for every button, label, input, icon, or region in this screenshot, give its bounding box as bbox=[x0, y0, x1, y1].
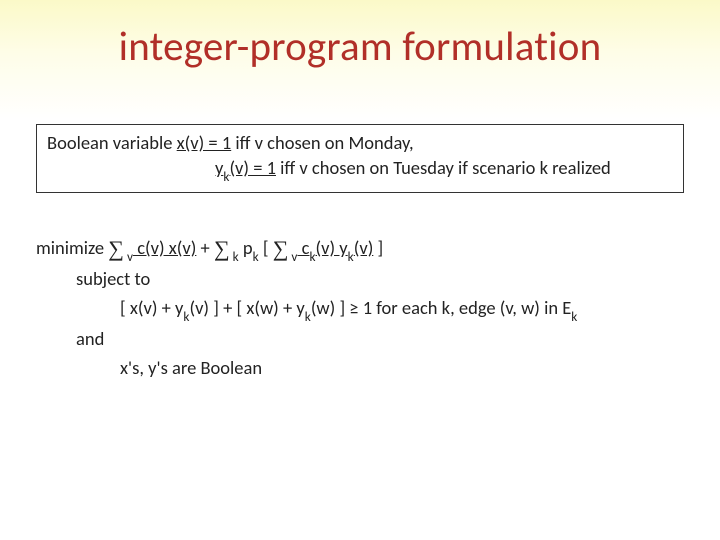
sub: k bbox=[253, 248, 259, 265]
xv-underline: x(v) = 1 bbox=[177, 131, 232, 154]
sub: k bbox=[348, 248, 354, 265]
boolean-line: x's, y's are Boolean bbox=[36, 354, 684, 383]
objective-line: minimize ∑ v c(v) x(v) + ∑ k pk [ ∑ v ck… bbox=[36, 230, 684, 265]
sub: k bbox=[223, 168, 229, 185]
subject-to: subject to bbox=[36, 265, 684, 294]
text: [ bbox=[259, 236, 273, 259]
page-title: integer-program formulation bbox=[0, 22, 720, 72]
underline: c(v) x(v) bbox=[133, 236, 196, 259]
slide: integer-program formulation Boolean vari… bbox=[0, 0, 720, 540]
box-line-2: yk(v) = 1 iff v chosen on Tuesday if sce… bbox=[47, 156, 673, 184]
text: minimize bbox=[36, 236, 108, 259]
body-content: minimize ∑ v c(v) x(v) + ∑ k pk [ ∑ v ck… bbox=[36, 230, 684, 383]
sub: k bbox=[183, 308, 189, 325]
sub: k bbox=[571, 308, 577, 325]
text: (v) = 1 bbox=[229, 156, 276, 179]
text: + bbox=[196, 236, 214, 259]
sigma-icon: ∑ bbox=[273, 236, 289, 261]
definition-box: Boolean variable x(v) = 1 iff v chosen o… bbox=[36, 124, 684, 193]
sub: v bbox=[124, 248, 133, 265]
sub: k bbox=[305, 308, 311, 325]
text: ] bbox=[373, 236, 383, 259]
box-line-1: Boolean variable x(v) = 1 iff v chosen o… bbox=[47, 131, 673, 156]
text: Boolean variable bbox=[47, 131, 177, 154]
text: [ x(v) + y bbox=[120, 296, 183, 319]
text: (v) y bbox=[316, 236, 348, 259]
text: (w) ] ≥ 1 for each k, edge (v, w) in E bbox=[311, 296, 571, 319]
sub: v bbox=[288, 248, 297, 265]
text: (v) bbox=[354, 236, 374, 259]
and-label: and bbox=[36, 325, 684, 354]
sigma-icon: ∑ bbox=[108, 236, 124, 261]
sigma-icon: ∑ bbox=[214, 236, 230, 261]
sub: k bbox=[230, 248, 239, 265]
ykv-underline: yk(v) = 1 bbox=[215, 156, 276, 179]
text: (v) ] + [ x(w) + y bbox=[189, 296, 304, 319]
text: iff v chosen on Tuesday if scenario k re… bbox=[276, 156, 611, 179]
constraint-line: [ x(v) + yk(v) ] + [ x(w) + yk(w) ] ≥ 1 … bbox=[36, 294, 684, 325]
underline: ck(v) yk(v) bbox=[297, 236, 373, 259]
sub: k bbox=[309, 248, 315, 265]
text: p bbox=[239, 236, 253, 259]
text: c bbox=[297, 236, 309, 259]
text: iff v chosen on Monday, bbox=[231, 131, 413, 154]
